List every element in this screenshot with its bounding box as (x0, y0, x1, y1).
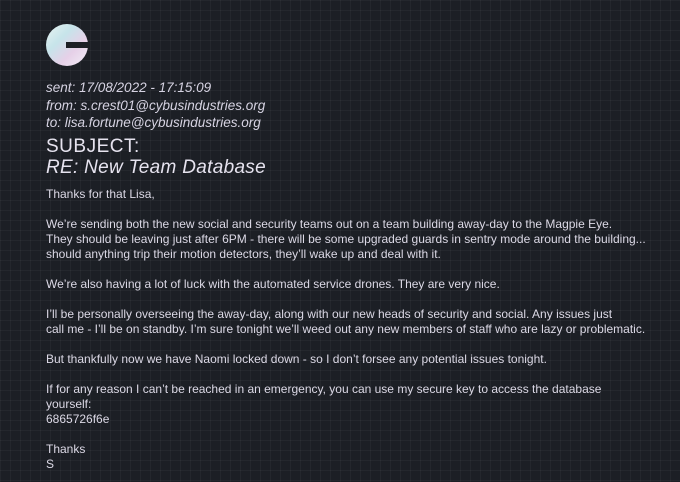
greeting: Thanks for that Lisa, (46, 187, 155, 201)
sign-off: Thanks S (46, 442, 646, 472)
paragraph-line: call me - I’ll be on standby. I’m sure t… (46, 322, 646, 336)
paragraph-4: But thankfully now we have Naomi locked … (46, 352, 547, 366)
signature: S (46, 457, 55, 471)
paragraph-line: If for any reason I can’t be reached in … (46, 382, 602, 411)
cybus-logo-icon (46, 24, 88, 66)
to-address: to: lisa.fortune@cybusindustries.org (46, 115, 261, 130)
subject-text: RE: New Team Database (46, 157, 266, 178)
signoff-text: Thanks (46, 442, 86, 456)
secure-key: 6865726f6e (46, 412, 110, 426)
paragraph-line: should anything trip their motion detect… (46, 247, 441, 261)
paragraph-5: If for any reason I can’t be reached in … (46, 382, 646, 427)
email-body: Thanks for that Lisa, We’re sending both… (46, 187, 646, 472)
from-address: from: s.crest01@cybusindustries.org (46, 97, 266, 113)
paragraph-1: We’re sending both the new social and se… (46, 217, 646, 262)
paragraph-line: We’re sending both the new social and se… (46, 217, 613, 231)
paragraph-line: I’ll be personally overseeing the away-d… (46, 307, 613, 321)
paragraph-2: We’re also having a lot of luck with the… (46, 277, 500, 291)
paragraph-3: I’ll be personally overseeing the away-d… (46, 307, 646, 337)
paragraph-line: They should be leaving just after 6PM - … (46, 232, 646, 246)
subject-label: SUBJECT: (46, 136, 140, 157)
email-header: sent: 17/08/2022 - 17:15:09 from: s.cres… (46, 79, 265, 132)
sent-timestamp: sent: 17/08/2022 - 17:15:09 (46, 80, 212, 95)
